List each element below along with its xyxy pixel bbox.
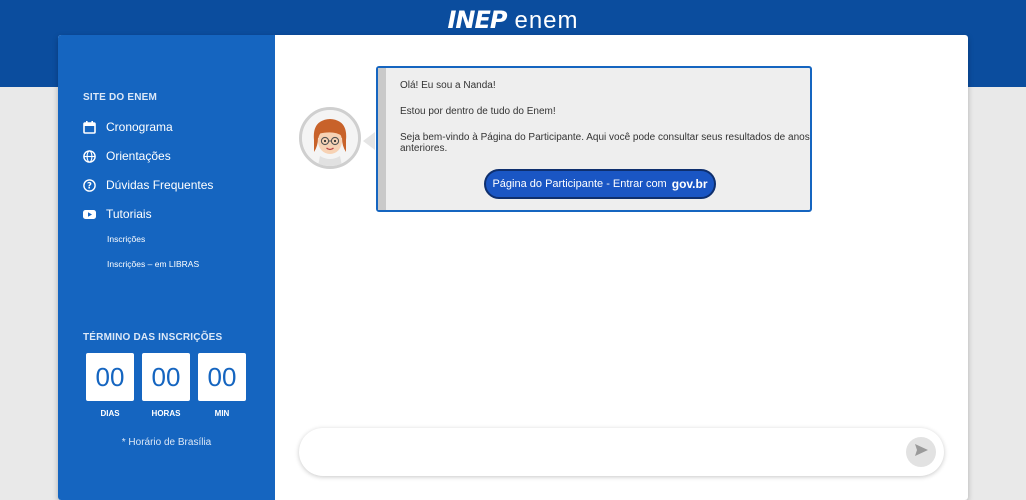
chat-message: Seja bem-vindo à Página do Participante.… (400, 132, 810, 154)
video-icon (82, 207, 96, 221)
bubble-tail (363, 132, 375, 150)
participant-login-button[interactable]: Página do Participante - Entrar com gov.b… (484, 169, 716, 199)
chat-input[interactable] (319, 440, 879, 464)
countdown-minutes-value: 00 (198, 353, 246, 401)
countdown-days-value: 00 (86, 353, 134, 401)
sidebar-item-orientacoes[interactable]: Orientações (82, 149, 171, 163)
logo-inep: INEP (447, 6, 507, 34)
sidebar-section-title: SITE DO ENEM (83, 92, 158, 103)
sidebar-item-duvidas[interactable]: ? Dúvidas Frequentes (82, 178, 213, 192)
site-logo[interactable]: INEP enem (0, 6, 1026, 35)
send-icon (914, 443, 928, 461)
logo-enem: enem (514, 7, 579, 34)
sidebar-subitem-inscricoes[interactable]: Inscrições (107, 234, 145, 244)
chat-message: Olá! Eu sou a Nanda! (400, 80, 496, 91)
sidebar-item-label: Tutoriais (106, 207, 152, 221)
chat-message: Estou por dentro de tudo do Enem! (400, 106, 556, 117)
chat-input-bar (299, 428, 944, 476)
countdown-days-label: DIAS (100, 409, 120, 418)
countdown-minutes-label: MIN (214, 409, 230, 418)
countdown-hours-label: HORAS (151, 409, 181, 418)
sidebar-item-tutoriais[interactable]: Tutoriais (82, 207, 152, 221)
globe-icon (82, 149, 96, 163)
countdown-minutes: 00 MIN (198, 353, 246, 418)
send-button[interactable] (906, 437, 936, 467)
main-card: SITE DO ENEM Cronograma Orientações ? Dú… (58, 35, 968, 500)
sidebar-item-label: Orientações (106, 149, 171, 163)
sidebar-item-label: Dúvidas Frequentes (106, 178, 214, 192)
assistant-avatar (299, 107, 361, 169)
help-icon: ? (82, 178, 96, 192)
timezone-note: * Horário de Brasília (121, 437, 212, 448)
sidebar-item-cronograma[interactable]: Cronograma (82, 120, 173, 134)
calendar-icon (82, 120, 96, 134)
countdown: 00 DIAS 00 HORAS 00 MIN (86, 353, 246, 418)
sidebar-item-label: Cronograma (106, 120, 173, 134)
chat-bubble: Olá! Eu sou a Nanda! Estou por dentro de… (376, 66, 812, 212)
login-button-label: Página do Participante - Entrar com (492, 178, 667, 190)
svg-text:?: ? (87, 181, 92, 191)
countdown-days: 00 DIAS (86, 353, 134, 418)
countdown-title: TÉRMINO DAS INSCRIÇÕES (83, 332, 223, 343)
sidebar: SITE DO ENEM Cronograma Orientações ? Dú… (58, 35, 275, 500)
sidebar-subitem-inscricoes-libras[interactable]: Inscrições – em LIBRAS (107, 259, 199, 269)
govbr-brand: gov.br (671, 177, 708, 191)
chat-area: Olá! Eu sou a Nanda! Estou por dentro de… (275, 35, 968, 500)
countdown-hours: 00 HORAS (142, 353, 190, 418)
countdown-hours-value: 00 (142, 353, 190, 401)
